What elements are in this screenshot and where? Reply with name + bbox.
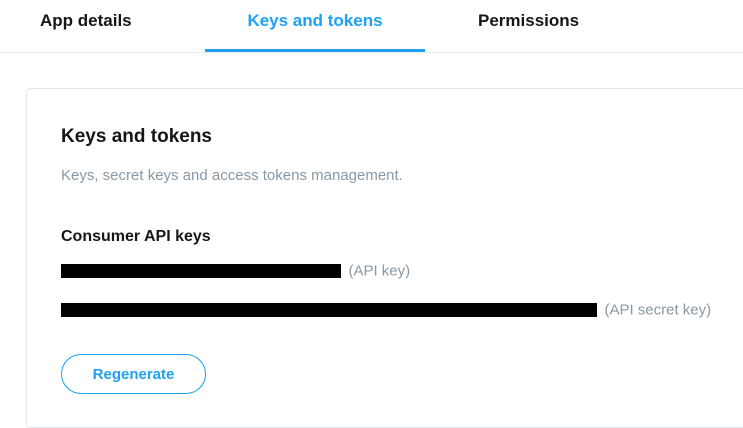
tab-app-details-label: App details xyxy=(40,11,132,30)
tab-keys-and-tokens-label: Keys and tokens xyxy=(247,11,383,30)
regenerate-button[interactable]: Regenerate xyxy=(61,354,206,394)
tab-permissions[interactable]: Permissions xyxy=(478,0,608,52)
keys-and-tokens-card: Keys and tokens Keys, secret keys and ac… xyxy=(26,88,743,428)
tab-bar: App details Keys and tokens Permissions xyxy=(0,0,743,53)
consumer-api-keys-heading: Consumer API keys xyxy=(61,228,211,245)
api-key-row: (API key) xyxy=(61,262,410,284)
api-key-value-redacted xyxy=(61,263,341,278)
api-secret-key-label: (API secret key) xyxy=(604,301,712,319)
api-secret-key-row: (API secret key) xyxy=(61,301,711,323)
tab-permissions-label: Permissions xyxy=(478,11,580,30)
api-key-label: (API key) xyxy=(348,262,411,280)
card-subtitle: Keys, secret keys and access tokens mana… xyxy=(61,167,403,184)
tab-keys-and-tokens[interactable]: Keys and tokens xyxy=(205,0,425,52)
active-tab-indicator xyxy=(205,49,425,52)
api-secret-key-value-redacted xyxy=(61,302,597,317)
tab-app-details[interactable]: App details xyxy=(40,0,150,52)
card-title: Keys and tokens xyxy=(61,126,212,147)
